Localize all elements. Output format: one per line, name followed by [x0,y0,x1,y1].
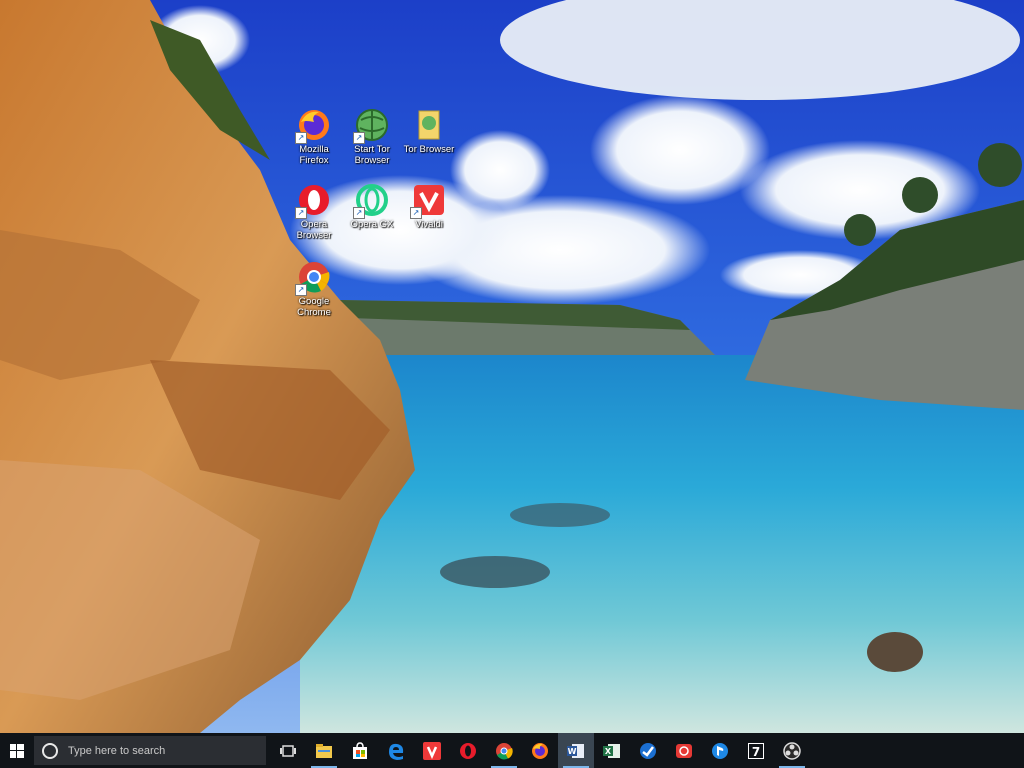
desktop-icon-vivaldi[interactable]: ↗ Vivaldi [398,183,460,230]
store-icon [353,741,367,759]
svg-text:7: 7 [752,745,760,759]
app-red-icon [676,743,692,758]
vivaldi-icon: ↗ [410,183,446,219]
taskbar-playstation[interactable] [702,733,738,768]
desktop[interactable]: ↗ Mozilla Firefox ↗ Start Tor Browser To… [0,0,1024,733]
edge-icon [389,743,404,760]
taskbar-firefox[interactable] [522,733,558,768]
firefox-icon [532,742,548,759]
desktop-icon-opera-gx[interactable]: ↗ Opera GX [341,183,403,230]
opera-gx-icon: ↗ [353,183,389,219]
task-view-icon [280,744,296,757]
folder-icon [316,743,332,758]
opera-icon: ↗ [295,183,331,219]
svg-text:W: W [568,747,577,756]
wallpaper-image [0,0,1024,733]
desktop-icon-label: Google Chrome [297,296,331,318]
taskbar-vivaldi[interactable] [414,733,450,768]
taskbar-edge[interactable] [378,733,414,768]
tor-globe-icon: ↗ [353,108,389,144]
taskbar-red-app[interactable] [666,733,702,768]
search-placeholder: Type here to search [68,744,166,757]
taskbar-word[interactable]: W [558,733,594,768]
desktop-icon-tor-browser[interactable]: Tor Browser [398,108,460,155]
opera-icon [460,742,476,759]
taskbar-chrome[interactable] [486,733,522,768]
chrome-icon [496,742,513,759]
taskbar: Type here to search W X 7 [0,733,1024,768]
svg-text:X: X [605,747,612,756]
desktop-icon-label: Opera Browser [296,219,332,241]
taskbar-opera[interactable] [450,733,486,768]
desktop-icon-label: Mozilla Firefox [299,144,329,166]
playstation-icon [712,742,728,759]
steam-icon [640,742,656,759]
taskbar-file-explorer[interactable] [306,733,342,768]
taskbar-excel[interactable]: X [594,733,630,768]
obs-icon [783,741,801,760]
desktop-icon-label: Tor Browser [403,144,455,155]
7zip-icon: 7 [748,742,764,759]
cortana-icon [42,742,58,759]
start-button[interactable] [0,733,34,768]
desktop-icon-label: Start Tor Browser [354,144,390,166]
taskbar-steam[interactable] [630,733,666,768]
word-icon: W [567,743,584,758]
taskbar-7zip[interactable]: 7 [738,733,774,768]
desktop-icon-chrome[interactable]: ↗ Google Chrome [283,260,345,318]
taskbar-obs[interactable] [774,733,810,768]
windows-logo-icon [10,743,24,758]
desktop-icon-label: Vivaldi [415,219,443,230]
desktop-icon-start-tor-browser[interactable]: ↗ Start Tor Browser [341,108,403,166]
folder-icon [412,108,446,142]
chrome-icon: ↗ [295,260,331,296]
task-view-button[interactable] [270,733,306,768]
desktop-icon-firefox[interactable]: ↗ Mozilla Firefox [283,108,345,166]
firefox-icon: ↗ [295,108,331,144]
taskbar-microsoft-store[interactable] [342,733,378,768]
desktop-icon-opera[interactable]: ↗ Opera Browser [283,183,345,241]
vivaldi-icon [423,741,441,760]
excel-icon: X [603,743,620,758]
taskbar-search-box[interactable]: Type here to search [34,736,266,765]
desktop-icon-label: Opera GX [350,219,394,230]
